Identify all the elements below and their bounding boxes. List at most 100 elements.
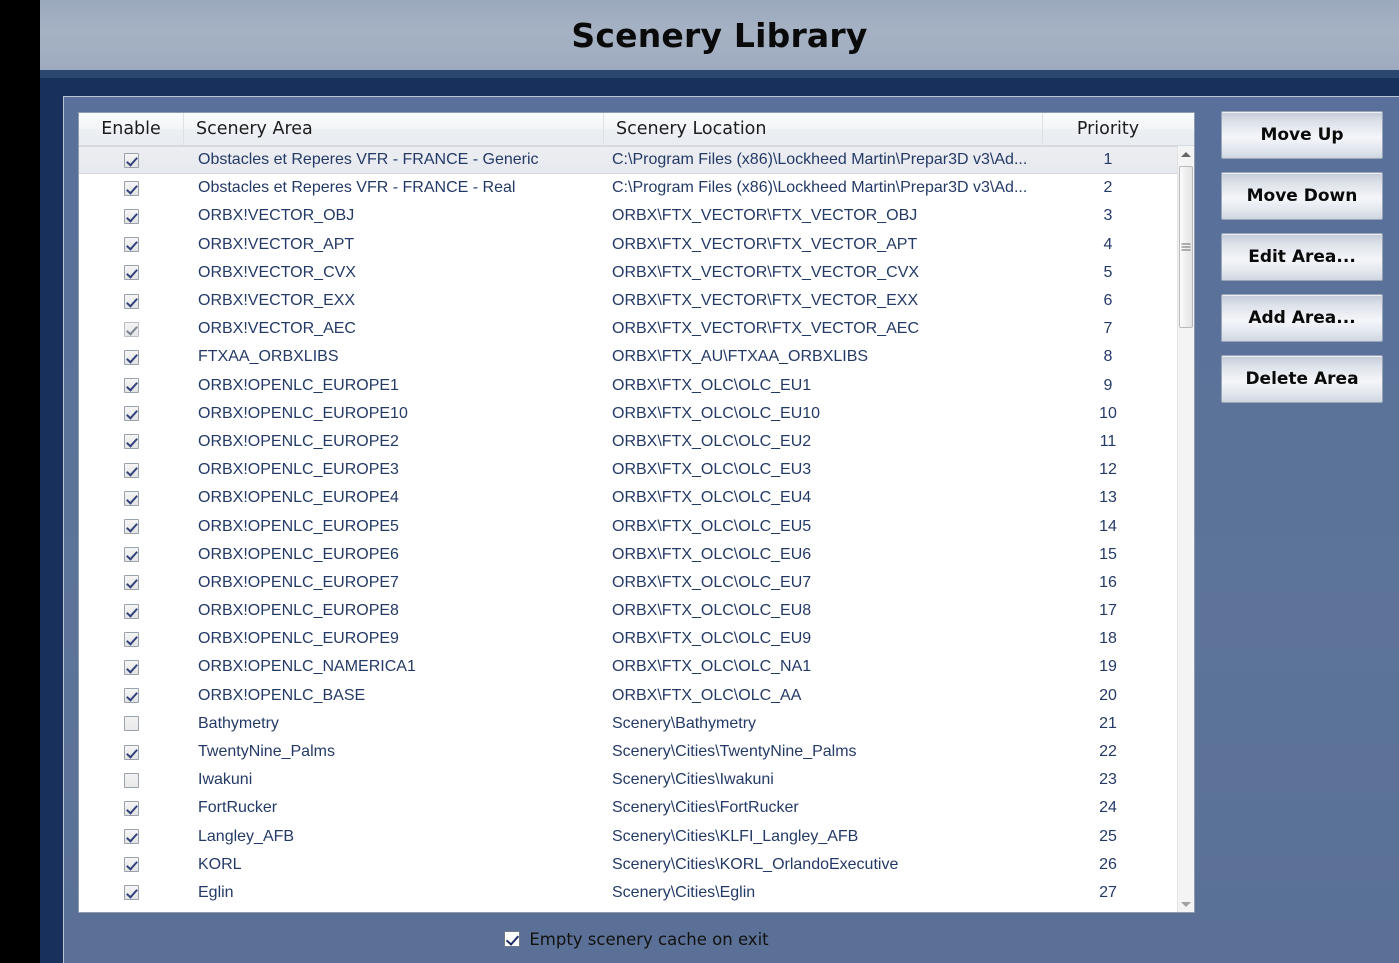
row-enable-cell[interactable] <box>79 490 184 506</box>
table-row[interactable]: ORBX!OPENLC_EUROPE4 ORBX\FTX_OLC\OLC_EU4 1… <box>79 484 1177 512</box>
add-area-button[interactable]: Add Area... <box>1221 294 1383 342</box>
table-row[interactable]: ORBX!OPENLC_EUROPE6 ORBX\FTX_OLC\OLC_EU6 1… <box>79 541 1177 569</box>
table-row[interactable]: ORBX!OPENLC_EUROPE9 ORBX\FTX_OLC\OLC_EU9 1… <box>79 625 1177 653</box>
row-enable-cell[interactable] <box>79 716 184 732</box>
table-row[interactable]: FTXAA_ORBXLIBS ORBX\FTX_AU\FTXAA_ORBXLIBS… <box>79 343 1177 371</box>
enable-checkbox[interactable] <box>124 378 139 394</box>
enable-checkbox[interactable] <box>124 208 139 224</box>
enable-checkbox[interactable] <box>124 688 139 704</box>
delete-area-button[interactable]: Delete Area <box>1221 355 1383 403</box>
table-row[interactable]: ORBX!VECTOR_EXX ORBX\FTX_VECTOR\FTX_VECTO… <box>79 287 1177 315</box>
enable-checkbox[interactable] <box>124 237 139 253</box>
enable-checkbox[interactable] <box>124 829 139 845</box>
row-enable-cell[interactable] <box>79 519 184 535</box>
row-enable-cell[interactable] <box>79 434 184 450</box>
row-enable-cell[interactable] <box>79 180 184 196</box>
row-enable-cell[interactable] <box>79 603 184 619</box>
table-row[interactable]: TwentyNine_Palms Scenery\Cities\TwentyNin… <box>79 738 1177 766</box>
scroll-down-arrow-icon[interactable] <box>1178 896 1194 912</box>
table-row[interactable]: Langley_AFB Scenery\Cities\KLFI_Langley_A… <box>79 823 1177 851</box>
enable-checkbox[interactable] <box>124 180 139 196</box>
table-row[interactable]: ORBX!OPENLC_EUROPE10 ORBX\FTX_OLC\OLC_EU1… <box>79 400 1177 428</box>
table-row[interactable]: ORBX!VECTOR_CVX ORBX\FTX_VECTOR\FTX_VECTO… <box>79 259 1177 287</box>
table-row[interactable]: ORBX!VECTOR_OBJ ORBX\FTX_VECTOR\FTX_VECTO… <box>79 202 1177 230</box>
row-enable-cell[interactable] <box>79 462 184 478</box>
enable-checkbox[interactable] <box>124 659 139 675</box>
table-row[interactable]: ORBX!VECTOR_APT ORBX\FTX_VECTOR\FTX_VECTO… <box>79 231 1177 259</box>
row-scenery-location: Scenery\Cities\TwentyNine_Palms <box>612 743 857 761</box>
table-row[interactable]: Obstacles et Reperes VFR - FRANCE - Gene… <box>79 146 1177 175</box>
enable-checkbox[interactable] <box>124 152 139 168</box>
enable-checkbox[interactable] <box>124 349 139 365</box>
row-enable-cell[interactable] <box>79 293 184 309</box>
enable-checkbox[interactable] <box>124 772 139 788</box>
table-row[interactable]: Iwakuni Scenery\Cities\Iwakuni 23 <box>79 766 1177 794</box>
enable-checkbox[interactable] <box>124 490 139 506</box>
enable-checkbox[interactable] <box>124 434 139 450</box>
table-row[interactable]: FortRucker Scenery\Cities\FortRucker 24 <box>79 794 1177 822</box>
enable-checkbox[interactable] <box>124 631 139 647</box>
vertical-scrollbar[interactable] <box>1177 146 1194 912</box>
row-scenery-area: ORBX!OPENLC_EUROPE2 <box>198 432 399 450</box>
row-enable-cell[interactable] <box>79 152 184 168</box>
row-enable-cell[interactable] <box>79 772 184 788</box>
column-header-priority[interactable]: Priority <box>1043 113 1173 145</box>
row-enable-cell[interactable] <box>79 237 184 253</box>
move-up-button[interactable]: Move Up <box>1221 111 1383 159</box>
scroll-up-arrow-icon[interactable] <box>1178 146 1194 163</box>
table-row[interactable]: KORL Scenery\Cities\KORL_OrlandoExecutive… <box>79 851 1177 879</box>
table-row[interactable]: ORBX!OPENLC_EUROPE2 ORBX\FTX_OLC\OLC_EU2 1… <box>79 428 1177 456</box>
scenery-list[interactable]: Enable Scenery Area Scenery Location Pri… <box>78 112 1195 913</box>
table-row[interactable]: ORBX!OPENLC_BASE ORBX\FTX_OLC\OLC_AA 20 <box>79 682 1177 710</box>
row-enable-cell[interactable] <box>79 547 184 563</box>
enable-checkbox[interactable] <box>124 406 139 422</box>
row-enable-cell[interactable] <box>79 659 184 675</box>
enable-checkbox[interactable] <box>124 519 139 535</box>
enable-checkbox[interactable] <box>124 462 139 478</box>
table-row[interactable]: Obstacles et Reperes VFR - FRANCE - Real… <box>79 174 1177 202</box>
row-enable-cell[interactable] <box>79 857 184 873</box>
row-enable-cell[interactable] <box>79 265 184 281</box>
row-enable-cell[interactable] <box>79 631 184 647</box>
edit-area-button[interactable]: Edit Area... <box>1221 233 1383 281</box>
table-row[interactable]: ORBX!OPENLC_NAMERICA1 ORBX\FTX_OLC\OLC_NA… <box>79 653 1177 681</box>
empty-cache-checkbox[interactable] <box>504 931 521 947</box>
empty-cache-checkbox-group[interactable]: Empty scenery cache on exit <box>504 930 769 949</box>
table-row[interactable]: Bathymetry Scenery\Bathymetry 21 <box>79 710 1177 738</box>
table-row[interactable]: ORBX!OPENLC_EUROPE5 ORBX\FTX_OLC\OLC_EU5 1… <box>79 512 1177 540</box>
row-enable-cell[interactable] <box>79 575 184 591</box>
table-row[interactable]: ORBX!OPENLC_EUROPE1 ORBX\FTX_OLC\OLC_EU1 9 <box>79 372 1177 400</box>
row-enable-cell[interactable] <box>79 688 184 704</box>
row-enable-cell[interactable] <box>79 321 184 337</box>
enable-checkbox[interactable] <box>124 716 139 732</box>
table-row[interactable]: ORBX!OPENLC_EUROPE7 ORBX\FTX_OLC\OLC_EU7 1… <box>79 569 1177 597</box>
row-enable-cell[interactable] <box>79 800 184 816</box>
table-row[interactable]: ORBX!OPENLC_EUROPE8 ORBX\FTX_OLC\OLC_EU8 1… <box>79 597 1177 625</box>
row-enable-cell[interactable] <box>79 349 184 365</box>
enable-checkbox[interactable] <box>124 575 139 591</box>
table-row[interactable]: ORBX!OPENLC_EUROPE3 ORBX\FTX_OLC\OLC_EU3 1… <box>79 456 1177 484</box>
enable-checkbox[interactable] <box>124 547 139 563</box>
enable-checkbox[interactable] <box>124 265 139 281</box>
enable-checkbox[interactable] <box>124 744 139 760</box>
enable-checkbox[interactable] <box>124 800 139 816</box>
row-enable-cell[interactable] <box>79 406 184 422</box>
enable-checkbox[interactable] <box>124 603 139 619</box>
table-row[interactable] <box>79 907 1177 912</box>
enable-checkbox[interactable] <box>124 857 139 873</box>
move-down-button[interactable]: Move Down <box>1221 172 1383 220</box>
row-enable-cell[interactable] <box>79 378 184 394</box>
enable-checkbox[interactable] <box>124 885 139 901</box>
table-row[interactable]: ORBX!VECTOR_AEC ORBX\FTX_VECTOR\FTX_VECTO… <box>79 315 1177 343</box>
column-header-scenery-location[interactable]: Scenery Location <box>604 113 1043 145</box>
enable-checkbox[interactable] <box>124 321 139 337</box>
column-header-scenery-area[interactable]: Scenery Area <box>184 113 604 145</box>
row-enable-cell[interactable] <box>79 744 184 760</box>
row-enable-cell[interactable] <box>79 829 184 845</box>
table-row[interactable]: Eglin Scenery\Cities\Eglin 27 <box>79 879 1177 907</box>
enable-checkbox[interactable] <box>124 293 139 309</box>
column-header-enable[interactable]: Enable <box>79 113 184 145</box>
row-enable-cell[interactable] <box>79 885 184 901</box>
scrollbar-thumb[interactable] <box>1179 166 1193 328</box>
row-enable-cell[interactable] <box>79 208 184 224</box>
